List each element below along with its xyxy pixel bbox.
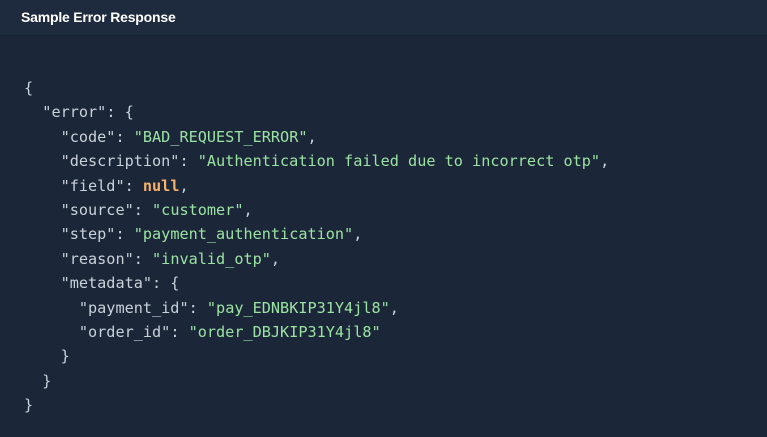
code-line: "error": { [24, 100, 609, 124]
panel-header: Sample Error Response [0, 0, 767, 36]
json-value-reason: "invalid_otp" [152, 249, 271, 268]
json-code-block: { "error": { "code": "BAD_REQUEST_ERROR"… [24, 76, 609, 417]
json-key-source: "source" [60, 200, 134, 219]
metadata-object-open: : { [152, 274, 180, 293]
json-value-step: "payment_authentication" [133, 225, 354, 244]
json-value-payment-id: "pay_EDNBKIP31Y4jl8" [206, 298, 390, 317]
json-value-order-id: "order_DBJKIP31Y4jl8" [188, 322, 381, 341]
panel-title: Sample Error Response [21, 9, 176, 25]
json-value-field: null [142, 176, 180, 195]
code-line: "order_id": "order_DBJKIP31Y4jl8" [78, 322, 381, 341]
code-line: "code": "BAD_REQUEST_ERROR", [60, 127, 317, 146]
close-brace: } [24, 396, 34, 415]
json-key-code: "code" [60, 127, 116, 146]
error-object-close: } [42, 371, 52, 390]
code-line: } [24, 344, 609, 368]
code-line: "source": "customer", [60, 200, 253, 219]
json-value-source: "customer" [152, 200, 244, 219]
json-key-field: "field" [60, 176, 125, 195]
code-line: "description": "Authentication failed du… [60, 152, 610, 171]
json-key-reason: "reason" [60, 249, 134, 268]
code-line: "payment_id": "pay_EDNBKIP31Y4jl8", [78, 298, 399, 317]
code-line: "step": "payment_authentication", [60, 225, 363, 244]
code-line: } [24, 369, 609, 393]
code-line: "metadata": { [24, 271, 609, 295]
error-object-open: : { [106, 103, 134, 122]
metadata-object-close: } [60, 347, 70, 366]
code-sample-panel: Sample Error Response { "error": { "code… [0, 0, 767, 437]
code-line: { [24, 76, 609, 100]
json-key-description: "description" [60, 152, 180, 171]
json-key-payment-id: "payment_id" [78, 298, 189, 317]
json-key-order-id: "order_id" [78, 322, 171, 341]
json-key-metadata: "metadata" [60, 274, 153, 293]
json-value-code: "BAD_REQUEST_ERROR" [133, 127, 308, 146]
json-key-error: "error" [42, 103, 107, 122]
open-brace: { [24, 79, 34, 97]
json-value-description: "Authentication failed due to incorrect … [197, 152, 601, 171]
code-line: "field": null, [60, 176, 189, 195]
code-line: "reason": "invalid_otp", [60, 249, 281, 268]
json-key-step: "step" [60, 225, 116, 244]
code-line: } [24, 393, 609, 417]
